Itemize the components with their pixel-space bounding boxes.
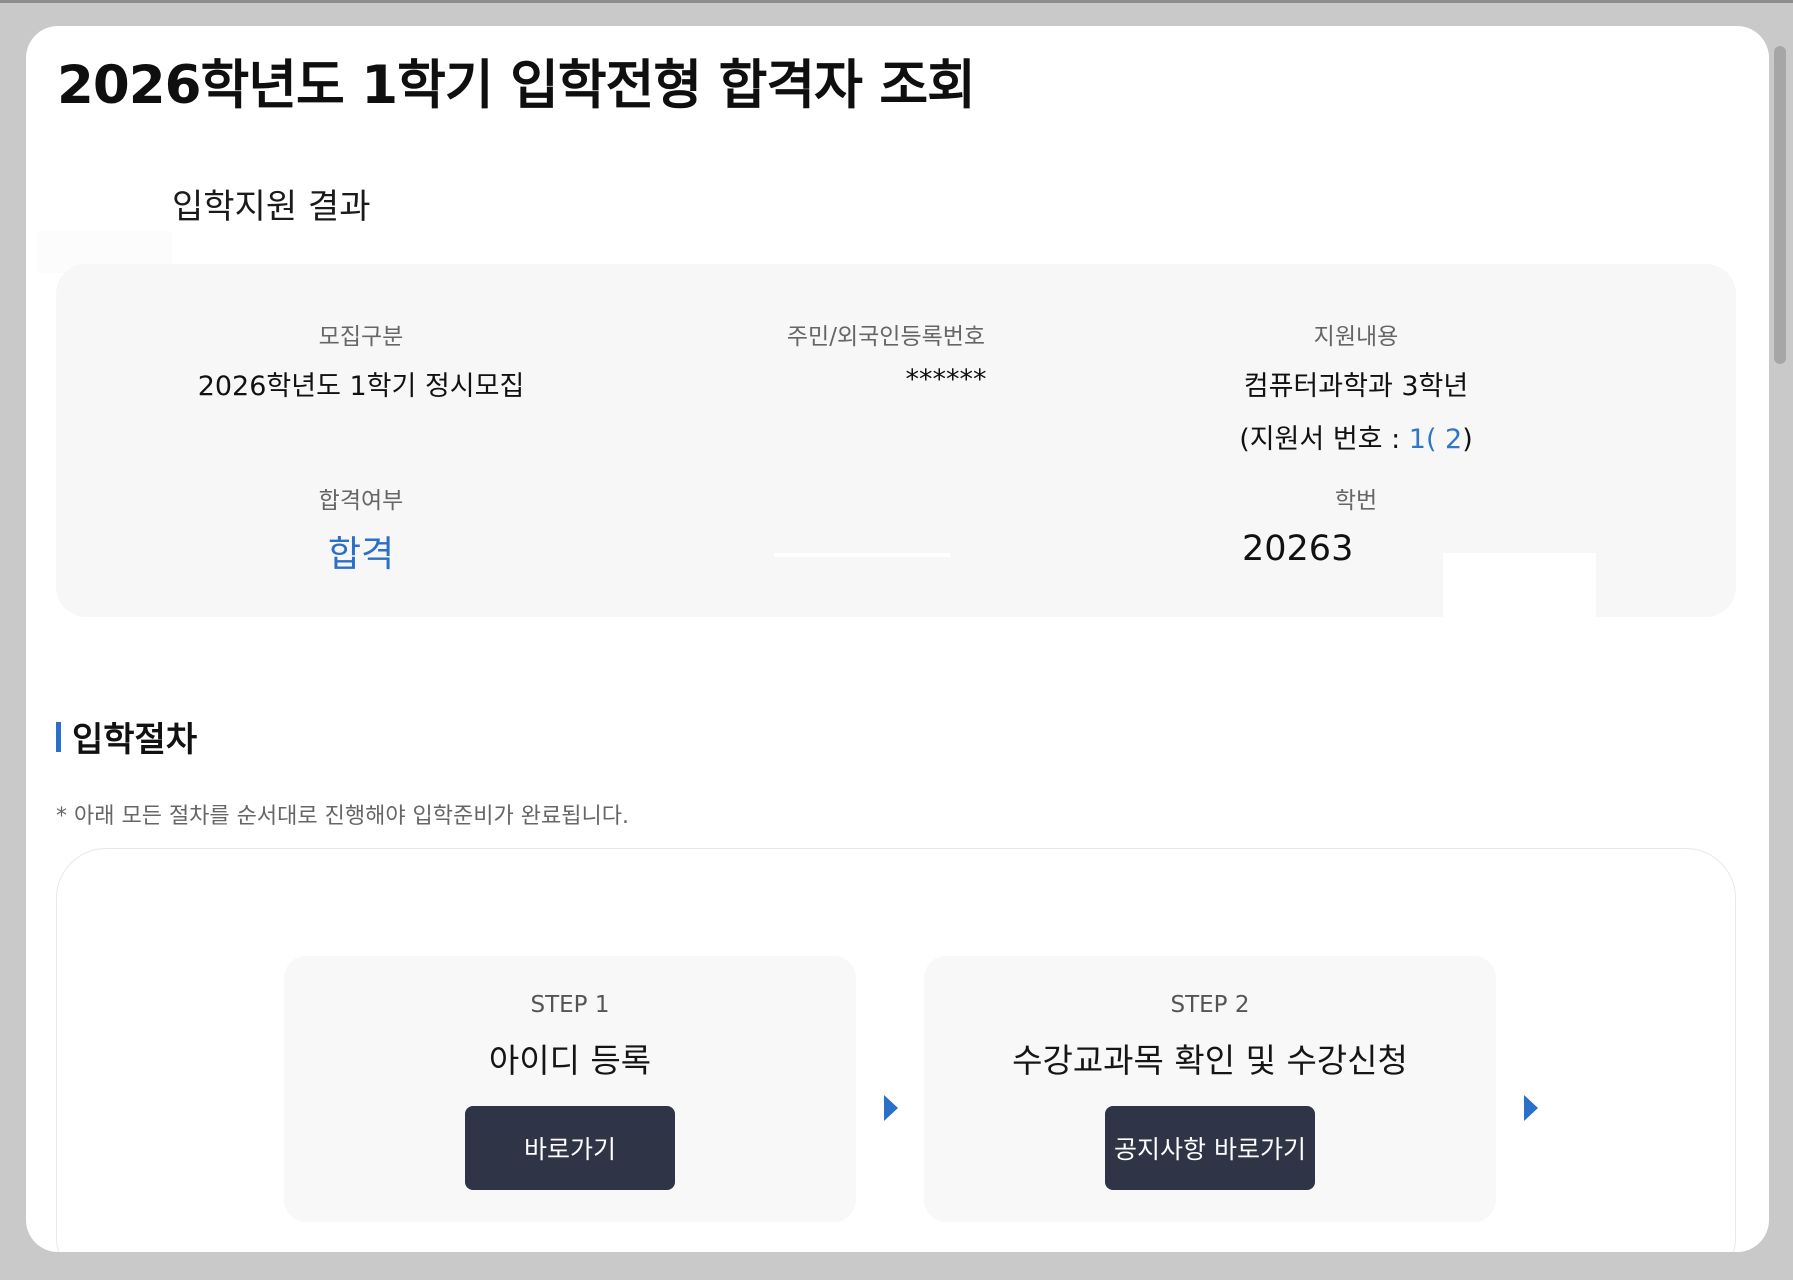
redaction-mask — [1443, 553, 1596, 649]
apply-label: 지원내용 — [1313, 324, 1399, 350]
pass-field: 합격여부 합격 — [236, 481, 486, 577]
triangle-right-icon — [884, 1095, 898, 1121]
top-edge — [0, 0, 1793, 3]
scrollbar-thumb[interactable] — [1774, 46, 1786, 364]
procedure-title: 입학절차 — [72, 720, 198, 760]
application-number-value: 1( 2 — [1408, 424, 1463, 455]
page-title: 2026학년도 1학기 입학전형 합격자 조회 — [57, 55, 976, 116]
step-2-title: 수강교과목 확인 및 수강신청 — [1012, 1041, 1408, 1080]
id-number-field: 주민/외국인등록번호 ****** — [736, 317, 1036, 395]
result-heading: 입학지원 결과 — [172, 187, 371, 227]
id-register-button[interactable]: 바로가기 — [465, 1106, 675, 1190]
triangle-right-icon — [1524, 1095, 1538, 1121]
pass-label: 합격여부 — [318, 488, 404, 514]
pass-status: 합격 — [327, 534, 395, 575]
application-number: (지원서 번호 : 1( 2) — [1136, 417, 1576, 456]
divider-line — [774, 553, 950, 557]
apply-value: 컴퓨터과학과 3학년 — [1243, 371, 1469, 402]
step-2-label: STEP 2 — [1170, 992, 1250, 1018]
step-1-card: STEP 1 아이디 등록 바로가기 — [284, 956, 856, 1222]
application-number-suffix: ) — [1462, 424, 1473, 455]
procedure-heading: 입학절차 — [56, 712, 197, 761]
accent-bar — [56, 721, 61, 752]
recruit-value: 2026학년도 1학기 정시모집 — [197, 371, 525, 402]
result-modal: 2026학년도 1학기 입학전형 합격자 조회 입학지원 결과 모집구분 202… — [26, 26, 1769, 1252]
student-number-label: 학번 — [1334, 488, 1378, 514]
id-number-label: 주민/외국인등록번호 — [786, 324, 986, 350]
recruit-field: 모집구분 2026학년도 1학기 정시모집 — [176, 317, 546, 403]
apply-field: 지원내용 컴퓨터과학과 3학년 (지원서 번호 : 1( 2) — [1136, 317, 1576, 456]
recruit-label: 모집구분 — [318, 324, 404, 350]
steps-card: STEP 1 아이디 등록 바로가기 STEP 2 수강교과목 확인 및 수강신… — [56, 848, 1736, 1252]
step-2-card: STEP 2 수강교과목 확인 및 수강신청 공지사항 바로가기 — [924, 956, 1496, 1222]
step-1-title: 아이디 등록 — [488, 1041, 652, 1080]
step-1-label: STEP 1 — [530, 992, 610, 1018]
application-number-prefix: (지원서 번호 : — [1239, 424, 1409, 455]
id-number-value: ****** — [905, 364, 987, 395]
procedure-note: * 아래 모든 절차를 순서대로 진행해야 입학준비가 완료됩니다. — [56, 804, 629, 829]
result-card: 모집구분 2026학년도 1학기 정시모집 주민/외국인등록번호 ****** … — [56, 264, 1736, 649]
notice-button[interactable]: 공지사항 바로가기 — [1105, 1106, 1315, 1190]
